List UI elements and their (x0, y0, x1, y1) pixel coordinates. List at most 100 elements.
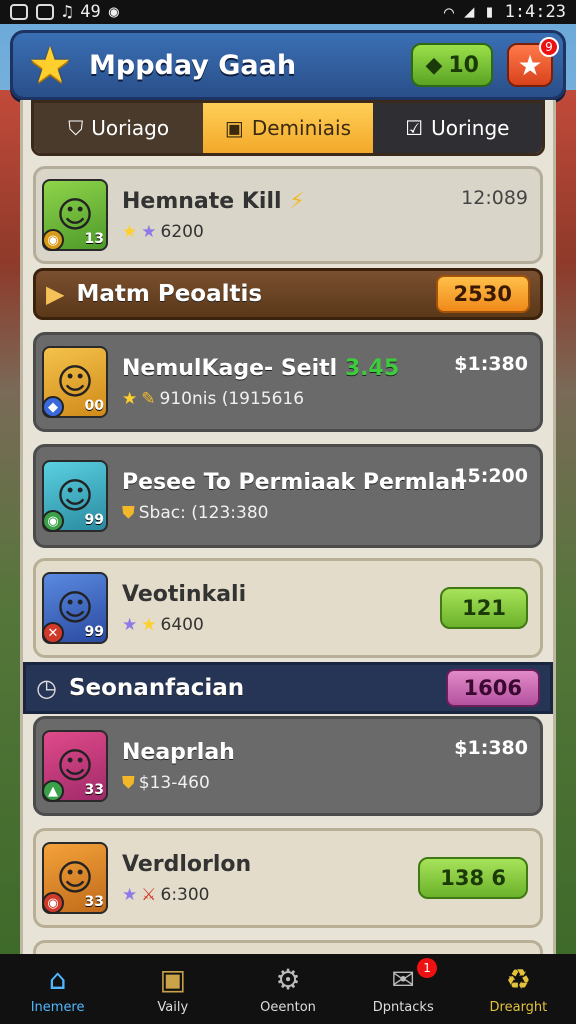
box-icon: ▣ (224, 116, 244, 140)
tab-label: Uoringe (431, 116, 510, 140)
rank-badge-icon: ◉ (42, 229, 64, 251)
nav-vaily[interactable]: ▣ Vaily (115, 954, 230, 1024)
class-badge-icon: ✕ (42, 622, 64, 644)
hero-face-icon: ☺ (56, 857, 94, 899)
list-item[interactable]: ☺ ✕ 99 Veotinkali ★ ★ 6400 121 (33, 558, 543, 658)
coin-icon: ◆ (425, 52, 443, 78)
favorites-button[interactable]: ★ 9 (507, 37, 559, 87)
list-item[interactable]: ☺ ◆ 00 NemulKage- Seitl 3.45 ★ ✎ 910nis … (33, 332, 543, 432)
item-stat-value: 910nis (1915616 (159, 388, 305, 409)
sword-icon: ⚔ (141, 884, 157, 905)
hero-face-icon: ☺ (56, 194, 94, 236)
coins-button[interactable]: ◆ 10 (411, 43, 493, 87)
section-value-button[interactable]: 2530 (435, 275, 530, 313)
item-tag: 3.45 (344, 355, 400, 381)
hero-face-icon: ☺ (56, 745, 94, 787)
gem-icon: ★ (141, 221, 157, 242)
timer-icon: ◷ (36, 674, 57, 702)
class-badge-icon: ◆ (42, 396, 64, 418)
item-name: Veotinkali (122, 581, 247, 607)
nav-settings[interactable]: ⚙ Oeenton (230, 954, 345, 1024)
box-icon: ▣ (159, 963, 187, 996)
item-stats: ⛊ Sbac: (123:380 (122, 503, 454, 523)
list-item[interactable]: ☺ ◉ 99 Pesee To Permiaak Permlan ⛊ Sbac:… (33, 444, 543, 548)
photo-notification-icon (36, 4, 54, 20)
section-header: ▶ Matm Peoaltis 2530 (33, 268, 543, 320)
sync-icon: ◉ (108, 2, 119, 22)
item-stats: ★ ⚔ 6:300 (122, 885, 418, 905)
tab-uoringe[interactable]: ☑ Uoringe (372, 103, 542, 153)
hero-level: 00 (84, 398, 104, 414)
item-name-text: NemulKage- Seitl (122, 355, 338, 381)
hero-avatar: ☺ ✕ 99 (42, 572, 108, 644)
star-icon: ★ (141, 614, 157, 635)
section-title: Matm Peoaltis (76, 281, 263, 307)
gem-icon: ★ (122, 884, 138, 905)
nav-label: Drearght (489, 1000, 548, 1015)
gem-icon: ★ (122, 614, 138, 635)
hero-face-icon: ☺ (56, 361, 94, 403)
item-stats: ⛊ $13-460 (122, 773, 454, 793)
music-notification-icon: ♫ (62, 2, 73, 22)
item-price: $1:380 (454, 353, 528, 375)
hero-level: 99 (84, 624, 104, 640)
nav-messages[interactable]: ✉ 1 Dpntacks (346, 954, 461, 1024)
nav-label: Oeenton (260, 1000, 316, 1015)
item-stats: ★ ★ 6400 (122, 615, 440, 635)
list-item[interactable]: ☺ ▲ 33 Neaprlah ⛊ $13-460 $1:380 (33, 716, 543, 816)
item-stat-value: 6:300 (160, 884, 210, 905)
hero-level: 99 (84, 512, 104, 528)
shield-icon: ⛊ (122, 502, 135, 523)
section-title: Seonanfacian (68, 675, 245, 701)
tab-uoriago[interactable]: ⛉ Uoriago (34, 103, 204, 153)
item-name: Verdlorlon (122, 851, 252, 877)
item-stat-value: 6400 (160, 614, 204, 635)
section-value-button[interactable]: 1606 (445, 669, 540, 707)
item-name: Hemnate Kill ⚡ (122, 189, 461, 214)
item-stat-value: 6200 (160, 221, 204, 242)
hero-avatar: ☺ ◉ 33 (42, 842, 108, 914)
nav-label: Vaily (157, 1000, 189, 1015)
class-badge-icon: ◉ (42, 510, 64, 532)
main-panel: ⛉ Uoriago ▣ Deminiais ☑ Uoringe ☺ ◉ 13 H… (20, 100, 556, 954)
hero-level: 33 (84, 894, 104, 910)
hero-avatar: ☺ ◉ 13 (42, 179, 108, 251)
list-item[interactable] (33, 940, 543, 954)
class-badge-icon: ◉ (42, 892, 64, 914)
recycle-icon: ♻ (505, 963, 531, 996)
section-header: ◷ Seonanfacian 1606 (23, 662, 553, 714)
app-header: ★ Mppday Gaah ◆ 10 ★ 9 (10, 30, 566, 100)
star-icon: ★ (122, 388, 138, 409)
clock: 1:4:23 (504, 2, 566, 22)
nav-drearght[interactable]: ♻ Drearght (461, 954, 576, 1024)
battery-icon: ▮ (484, 2, 495, 22)
nav-home[interactable]: ⌂ Inemere (0, 954, 115, 1024)
list-item[interactable]: ☺ ◉ 13 Hemnate Kill ⚡ ★ ★ 6200 12:089 (33, 166, 543, 264)
item-price: 15:200 (454, 465, 528, 487)
home-icon: ⌂ (48, 963, 67, 996)
list-item[interactable]: ☺ ◉ 33 Verdlorlon ★ ⚔ 6:300 138 6 (33, 828, 543, 928)
nav-label: Dpntacks (372, 1000, 434, 1015)
messages-badge: 1 (417, 958, 438, 978)
star-icon: ★ (122, 221, 138, 242)
page-title: Mppday Gaah (89, 49, 297, 81)
hero-avatar: ☺ ▲ 33 (42, 730, 108, 802)
tab-deminiais[interactable]: ▣ Deminiais (203, 103, 373, 153)
coins-value: 10 (448, 52, 479, 78)
tab-label: Uoriago (91, 116, 170, 140)
check-icon: ☑ (405, 116, 424, 140)
signal-icon: ◢ (464, 2, 475, 22)
item-stats: ★ ★ 6200 (122, 222, 461, 242)
item-name: Pesee To Permiaak Permlan (122, 469, 466, 495)
item-stat-value: $13-460 (138, 772, 210, 793)
item-action-button[interactable]: 121 (440, 587, 528, 629)
wifi-icon: ⌒ (443, 2, 455, 22)
star-icon: ★ (517, 48, 543, 82)
hero-level: 13 (84, 231, 104, 247)
star-logo-icon: ★ (27, 36, 73, 94)
class-badge-icon: ▲ (42, 780, 64, 802)
gear-icon: ⚙ (275, 963, 301, 996)
item-action-button[interactable]: 138 6 (418, 857, 528, 899)
hero-avatar: ☺ ◆ 00 (42, 346, 108, 418)
hero-face-icon: ☺ (56, 587, 94, 629)
